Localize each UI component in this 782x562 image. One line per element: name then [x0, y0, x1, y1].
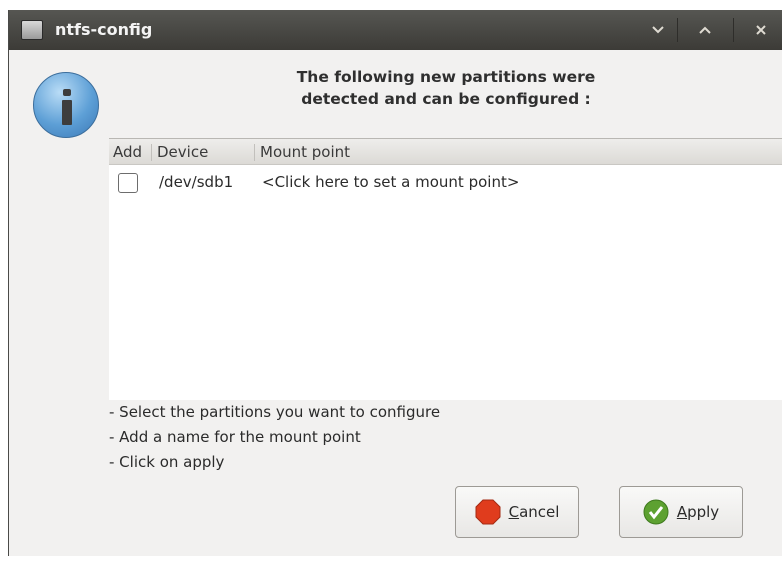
cancel-button-label: Cancel — [508, 503, 560, 521]
column-header-device[interactable]: Device — [157, 143, 208, 161]
mount-point-cell[interactable]: <Click here to set a mount point> — [262, 173, 519, 191]
chevron-up-icon — [699, 26, 711, 34]
add-partition-checkbox[interactable] — [118, 173, 138, 193]
dialog-message-line-1: The following new partitions were — [296, 68, 596, 86]
close-button[interactable] — [747, 16, 775, 44]
column-separator — [151, 144, 152, 161]
device-cell: /dev/sdb1 — [159, 173, 234, 191]
instructions: - Select the partitions you want to conf… — [109, 400, 440, 475]
info-icon — [33, 72, 99, 138]
column-separator — [254, 144, 255, 161]
instruction-line: - Add a name for the mount point — [109, 428, 361, 446]
column-header-add[interactable]: Add — [113, 143, 142, 161]
apply-button[interactable]: Apply — [619, 486, 743, 538]
table-header: Add Device Mount point — [109, 139, 782, 165]
table-row[interactable]: /dev/sdb1 <Click here to set a mount poi… — [109, 165, 782, 201]
dialog-window: ntfs-config The following new partitions… — [8, 10, 782, 556]
info-icon-dot — [63, 89, 71, 96]
dialog-message-line-2: detected and can be configured : — [301, 90, 591, 108]
titlebar-separator — [677, 18, 678, 42]
dialog-message: The following new partitions were detect… — [109, 66, 782, 110]
info-icon-bar — [62, 100, 72, 125]
cancel-button[interactable]: Cancel — [455, 486, 579, 538]
check-icon — [643, 499, 669, 525]
instruction-line: - Click on apply — [109, 453, 225, 471]
column-header-mount-point[interactable]: Mount point — [260, 143, 350, 161]
close-icon — [756, 25, 766, 35]
titlebar-separator — [733, 18, 734, 42]
apply-button-label: Apply — [676, 503, 720, 521]
maximize-button[interactable] — [691, 16, 719, 44]
chevron-down-icon — [652, 26, 664, 34]
window-title: ntfs-config — [55, 20, 153, 39]
instruction-line: - Select the partitions you want to conf… — [109, 403, 441, 421]
title-bar[interactable]: ntfs-config — [9, 10, 782, 50]
app-icon — [21, 20, 43, 40]
partition-table[interactable]: Add Device Mount point /dev/sdb1 <Click … — [109, 138, 782, 400]
minimize-button[interactable] — [644, 16, 672, 44]
stop-icon — [475, 499, 501, 525]
